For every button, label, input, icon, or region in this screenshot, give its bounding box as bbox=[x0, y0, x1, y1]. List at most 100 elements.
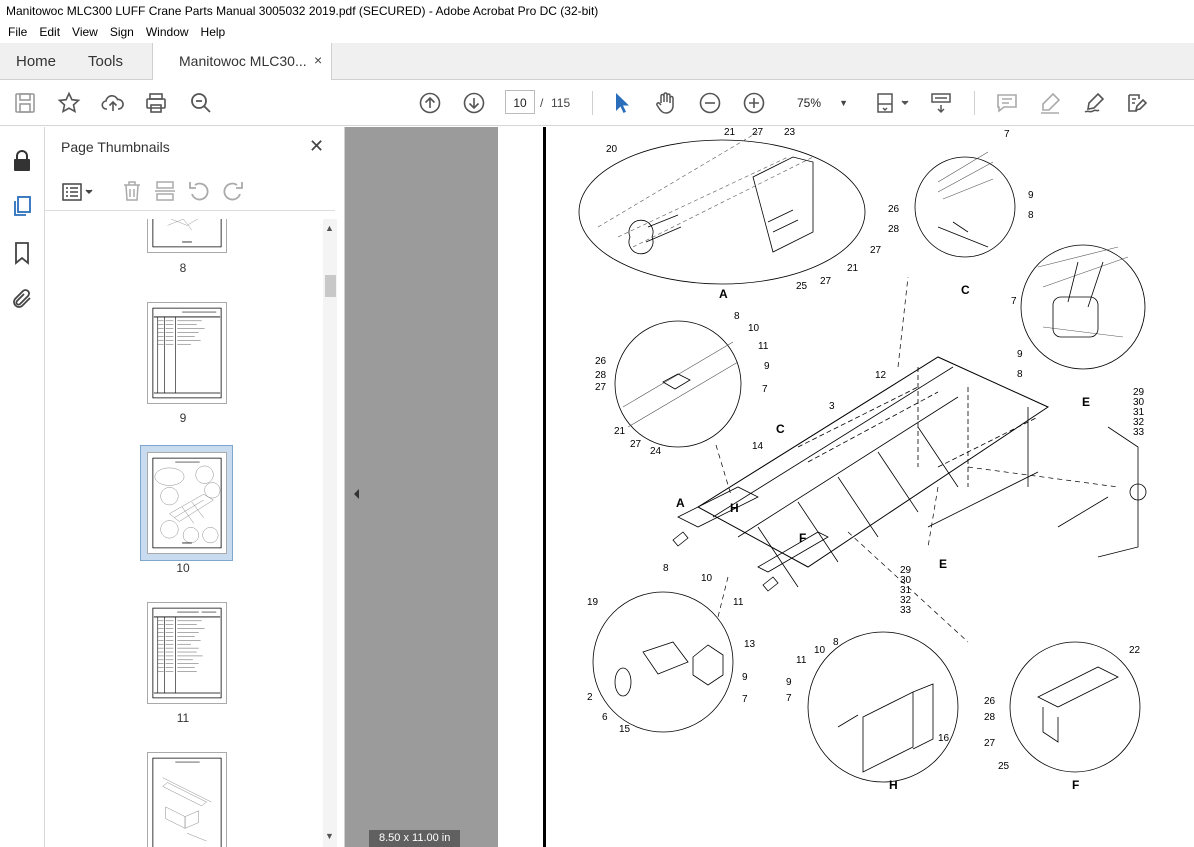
callout-24: 24 bbox=[650, 446, 662, 457]
callout-26: 26 bbox=[984, 696, 996, 707]
scroll-down-icon[interactable]: ▼ bbox=[325, 831, 334, 841]
callout-9: 9 bbox=[742, 672, 748, 683]
document-gutter bbox=[345, 127, 498, 847]
save-icon[interactable] bbox=[12, 90, 38, 116]
callout-9: 9 bbox=[786, 677, 792, 688]
previous-page-icon[interactable] bbox=[417, 90, 443, 116]
scroll-up-icon[interactable]: ▲ bbox=[325, 223, 334, 233]
highlight-pen-icon[interactable] bbox=[1037, 90, 1063, 116]
rotate-counterclockwise-icon[interactable] bbox=[187, 179, 211, 203]
tab-bar: Home Tools Manitowoc MLC30... × bbox=[0, 43, 1194, 81]
menu-file[interactable]: File bbox=[2, 22, 33, 43]
fill-sign-icon[interactable] bbox=[1124, 90, 1150, 116]
tab-tools[interactable]: Tools bbox=[88, 43, 123, 80]
thumbnail-page-9[interactable] bbox=[147, 302, 227, 404]
detail-label-h: H bbox=[889, 778, 898, 792]
document-page: 20 21 27 23 26 28 27 21 25 27 7 9 8 7 9 … bbox=[498, 127, 1194, 847]
callout-20: 20 bbox=[606, 144, 618, 155]
window-title: Manitowoc MLC300 LUFF Crane Parts Manual… bbox=[0, 0, 1194, 22]
page-separator: / bbox=[540, 96, 544, 110]
callout-10: 10 bbox=[814, 645, 826, 656]
callout-9: 9 bbox=[1028, 190, 1034, 201]
page-fit-icon[interactable] bbox=[873, 90, 913, 116]
callout-23: 23 bbox=[784, 127, 796, 138]
thumbnail-label: 8 bbox=[179, 261, 187, 275]
select-cursor-icon[interactable] bbox=[609, 90, 635, 116]
rotate-clockwise-icon[interactable] bbox=[221, 179, 245, 203]
callout-15: 15 bbox=[619, 724, 631, 735]
upload-cloud-icon[interactable] bbox=[100, 90, 126, 116]
zoom-out-icon[interactable] bbox=[697, 90, 723, 116]
callout-8: 8 bbox=[1028, 210, 1034, 221]
page-number-input[interactable]: 10 bbox=[505, 90, 535, 114]
view-arrow-e: E bbox=[939, 557, 948, 571]
lock-icon[interactable] bbox=[10, 149, 34, 173]
view-arrow-h: H bbox=[730, 501, 739, 515]
thumbnail-page-11[interactable] bbox=[147, 602, 227, 704]
callout-10: 10 bbox=[701, 573, 713, 584]
callout-7: 7 bbox=[1004, 129, 1010, 140]
callout-27: 27 bbox=[630, 439, 642, 450]
detail-label-c: C bbox=[961, 283, 970, 297]
callout-25: 25 bbox=[796, 281, 808, 292]
callout-27: 27 bbox=[752, 127, 764, 138]
callout-9: 9 bbox=[1017, 349, 1023, 360]
menu-help[interactable]: Help bbox=[195, 22, 232, 43]
callout-33: 33 bbox=[1133, 427, 1145, 438]
page-thumbnails-icon[interactable] bbox=[10, 194, 34, 218]
thumbnail-page-10[interactable] bbox=[147, 452, 227, 554]
bookmark-star-icon[interactable] bbox=[56, 90, 82, 116]
draw-sign-icon[interactable] bbox=[1081, 90, 1107, 116]
menu-view[interactable]: View bbox=[66, 22, 104, 43]
close-tab-icon[interactable]: × bbox=[314, 52, 322, 68]
callout-27: 27 bbox=[984, 738, 996, 749]
main-toolbar: 10 / 115 75% ▼ bbox=[0, 80, 1194, 126]
page-thumbnails-panel: Page Thumbnails ✕ 8 9 10 11 ▲ ▼ bbox=[45, 127, 345, 847]
callout-13: 13 bbox=[744, 639, 756, 650]
callout-3: 3 bbox=[829, 401, 835, 412]
callout-11: 11 bbox=[733, 597, 744, 608]
menu-window[interactable]: Window bbox=[140, 22, 195, 43]
thumbnail-page-12[interactable] bbox=[147, 752, 227, 847]
scrollbar-thumb[interactable] bbox=[325, 275, 336, 297]
collapse-panel-icon[interactable] bbox=[351, 486, 361, 502]
scroll-mode-icon[interactable] bbox=[928, 90, 954, 116]
callout-8: 8 bbox=[663, 563, 669, 574]
tab-home[interactable]: Home bbox=[16, 43, 56, 80]
tab-document[interactable]: Manitowoc MLC30... × bbox=[152, 43, 332, 81]
menu-sign[interactable]: Sign bbox=[104, 22, 140, 43]
thumbnail-options-icon[interactable] bbox=[61, 181, 97, 203]
page-size-indicator: 8.50 x 11.00 in bbox=[369, 830, 461, 847]
thumbnail-label: 10 bbox=[176, 561, 190, 575]
callout-7: 7 bbox=[742, 694, 748, 705]
view-arrow-a: A bbox=[676, 496, 685, 510]
callout-21: 21 bbox=[847, 263, 859, 274]
callout-27: 27 bbox=[595, 382, 607, 393]
thumbnail-scrollbar[interactable]: ▲ ▼ bbox=[323, 219, 337, 847]
hand-tool-icon[interactable] bbox=[653, 90, 679, 116]
callout-16: 16 bbox=[938, 733, 950, 744]
bookmarks-icon[interactable] bbox=[10, 241, 34, 265]
close-panel-icon[interactable]: ✕ bbox=[309, 136, 324, 157]
comment-icon[interactable] bbox=[994, 90, 1020, 116]
callout-21: 21 bbox=[724, 127, 736, 138]
callout-10: 10 bbox=[748, 323, 760, 334]
callout-2: 2 bbox=[587, 692, 593, 703]
print-icon[interactable] bbox=[143, 90, 169, 116]
menu-edit[interactable]: Edit bbox=[33, 22, 66, 43]
callout-8: 8 bbox=[734, 311, 740, 322]
zoom-search-icon[interactable] bbox=[188, 90, 214, 116]
insert-page-icon[interactable] bbox=[153, 179, 177, 203]
callout-7: 7 bbox=[786, 693, 792, 704]
zoom-in-icon[interactable] bbox=[741, 90, 767, 116]
zoom-level-select[interactable]: 75% ▼ bbox=[791, 90, 854, 114]
delete-page-icon[interactable] bbox=[120, 179, 144, 203]
callout-22: 22 bbox=[1129, 645, 1141, 656]
view-arrow-c: C bbox=[776, 422, 785, 436]
attachments-icon[interactable] bbox=[10, 287, 34, 311]
thumbnail-page-8[interactable] bbox=[147, 219, 227, 253]
chevron-down-icon: ▼ bbox=[839, 98, 848, 108]
thumbnail-tools bbox=[45, 171, 335, 211]
view-arrow-f: F bbox=[799, 531, 807, 545]
next-page-icon[interactable] bbox=[461, 90, 487, 116]
